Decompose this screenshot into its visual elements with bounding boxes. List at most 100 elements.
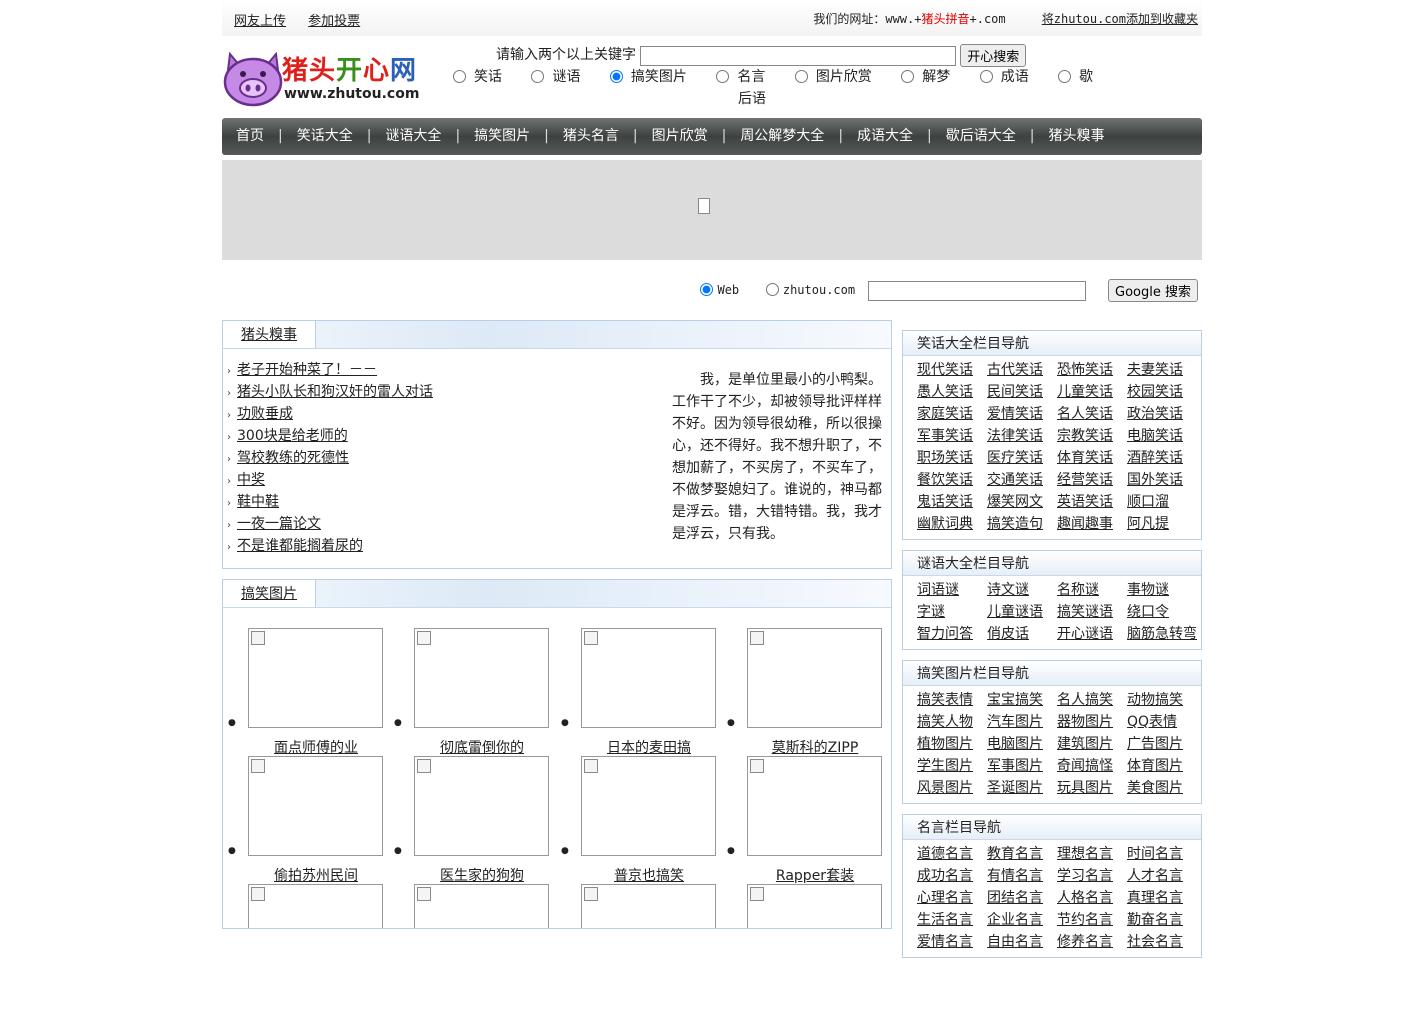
picture-thumbnail[interactable] <box>747 628 882 728</box>
radio-riddle-input[interactable] <box>531 70 545 83</box>
picture-caption[interactable]: 普京也搞笑 <box>581 865 717 885</box>
sidebar-nav-link[interactable]: 趣闻趣事 <box>1057 513 1127 535</box>
radio-riddle[interactable]: 谜语 <box>526 66 580 88</box>
radio-pictures-input[interactable] <box>794 70 808 83</box>
google-opt-site-input[interactable] <box>765 283 779 296</box>
nav-idioms[interactable]: 成语大全 <box>857 118 913 155</box>
qiushi-item-link[interactable]: 中奖 <box>237 472 265 488</box>
sidebar-nav-link[interactable]: 军事笑话 <box>917 425 987 447</box>
sidebar-nav-link[interactable]: 爱情名言 <box>917 931 987 953</box>
vote-link[interactable]: 参加投票 <box>308 14 360 29</box>
sidebar-nav-link[interactable]: 修养名言 <box>1057 931 1127 953</box>
sidebar-nav-link[interactable]: 愚人笑话 <box>917 381 987 403</box>
sidebar-nav-link[interactable]: 古代笑话 <box>987 359 1057 381</box>
sidebar-nav-link[interactable]: 事物谜 <box>1127 579 1201 601</box>
nav-funny-pics[interactable]: 搞笑图片 <box>474 118 530 155</box>
picture-thumbnail[interactable] <box>414 756 549 856</box>
sidebar-nav-link[interactable]: 爆笑网文 <box>987 491 1057 513</box>
sidebar-nav-link[interactable]: 器物图片 <box>1057 711 1127 733</box>
qiushi-item-link[interactable]: 鞋中鞋 <box>237 494 279 510</box>
sidebar-nav-link[interactable]: 社会名言 <box>1127 931 1201 953</box>
picture-thumbnail[interactable] <box>248 884 383 928</box>
qiushi-item-link[interactable]: 300块是给老师的 <box>237 428 348 444</box>
qiushi-item-link[interactable]: 老子开始种菜了！－－ <box>237 362 377 378</box>
nav-riddles[interactable]: 谜语大全 <box>385 118 441 155</box>
google-opt-web-input[interactable] <box>700 283 714 296</box>
upload-link[interactable]: 网友上传 <box>234 14 286 29</box>
picture-thumbnail[interactable] <box>747 756 882 856</box>
sidebar-nav-link[interactable]: 医疗笑话 <box>987 447 1057 469</box>
ad-banner[interactable] <box>222 160 1202 260</box>
sidebar-nav-link[interactable]: 家庭笑话 <box>917 403 987 425</box>
google-opt-web[interactable]: Web <box>695 283 739 297</box>
picture-thumbnail[interactable] <box>581 756 716 856</box>
qiushi-item-link[interactable]: 功败垂成 <box>237 406 293 422</box>
sidebar-nav-link[interactable]: 自由名言 <box>987 931 1057 953</box>
qiushi-item-link[interactable]: 猪头小队长和狗汉奸的雷人对话 <box>237 384 433 400</box>
google-opt-site[interactable]: zhutou.com <box>761 283 855 297</box>
sidebar-nav-link[interactable]: 团结名言 <box>987 887 1057 909</box>
sidebar-nav-link[interactable]: 人才名言 <box>1127 865 1201 887</box>
sidebar-nav-link[interactable]: 法律笑话 <box>987 425 1057 447</box>
picture-thumbnail[interactable] <box>581 884 716 928</box>
sidebar-nav-link[interactable]: 电脑图片 <box>987 733 1057 755</box>
sidebar-nav-link[interactable]: 开心谜语 <box>1057 623 1127 645</box>
sidebar-nav-link[interactable]: 宗教笑话 <box>1057 425 1127 447</box>
happy-search-button[interactable]: 开心搜索 <box>960 44 1027 67</box>
nav-home[interactable]: 首页 <box>236 118 264 155</box>
nav-xiehouyu[interactable]: 歇后语大全 <box>946 118 1016 155</box>
sidebar-nav-link[interactable]: 名人搞笑 <box>1057 689 1127 711</box>
picture-thumbnail[interactable] <box>581 628 716 728</box>
sidebar-nav-link[interactable]: 动物搞笑 <box>1127 689 1201 711</box>
sidebar-nav-link[interactable]: 酒醉笑话 <box>1127 447 1201 469</box>
google-search-button[interactable]: Google 搜索 <box>1108 279 1198 302</box>
radio-dreams[interactable]: 解梦 <box>896 66 950 88</box>
qiushi-tab[interactable]: 猪头糗事 <box>241 327 297 343</box>
sidebar-nav-link[interactable]: 时间名言 <box>1127 843 1201 865</box>
sidebar-nav-link[interactable]: 民间笑话 <box>987 381 1057 403</box>
bookmark-link[interactable]: 将zhutou.com添加到收藏夹 <box>1042 12 1198 26</box>
funny-pics-tab[interactable]: 搞笑图片 <box>241 586 297 602</box>
sidebar-nav-link[interactable]: 搞笑人物 <box>917 711 987 733</box>
sidebar-nav-link[interactable]: 绕口令 <box>1127 601 1201 623</box>
radio-joke-input[interactable] <box>453 70 466 83</box>
sidebar-nav-link[interactable]: 汽车图片 <box>987 711 1057 733</box>
sidebar-nav-link[interactable]: 脑筋急转弯 <box>1127 623 1201 645</box>
sidebar-nav-link[interactable]: 名人笑话 <box>1057 403 1127 425</box>
nav-quotes[interactable]: 猪头名言 <box>563 118 619 155</box>
sidebar-nav-link[interactable]: 广告图片 <box>1127 733 1201 755</box>
sidebar-nav-link[interactable]: 勤奋名言 <box>1127 909 1201 931</box>
picture-thumbnail[interactable] <box>747 884 882 928</box>
sidebar-nav-link[interactable]: 心理名言 <box>917 887 987 909</box>
sidebar-nav-link[interactable]: 恐怖笑话 <box>1057 359 1127 381</box>
radio-joke[interactable]: 笑话 <box>448 66 502 88</box>
sidebar-nav-link[interactable]: 智力问答 <box>917 623 987 645</box>
sidebar-nav-link[interactable]: 现代笑话 <box>917 359 987 381</box>
sidebar-nav-link[interactable]: 交通笑话 <box>987 469 1057 491</box>
sidebar-nav-link[interactable]: 餐饮笑话 <box>917 469 987 491</box>
sidebar-nav-link[interactable]: 人格名言 <box>1057 887 1127 909</box>
radio-xiehouyu[interactable]: 歇 <box>1053 66 1093 88</box>
picture-caption[interactable]: Rapper套装 <box>747 865 883 885</box>
picture-thumbnail[interactable] <box>414 628 549 728</box>
sidebar-nav-link[interactable]: 风景图片 <box>917 777 987 799</box>
nav-pictures[interactable]: 图片欣赏 <box>652 118 708 155</box>
search-input[interactable] <box>640 45 957 66</box>
sidebar-nav-link[interactable]: 学习名言 <box>1057 865 1127 887</box>
sidebar-nav-link[interactable]: 军事图片 <box>987 755 1057 777</box>
picture-caption[interactable]: 医生家的狗狗 <box>414 865 550 885</box>
sidebar-nav-link[interactable]: 搞笑谜语 <box>1057 601 1127 623</box>
site-logo[interactable]: 猪头开心网 www.zhutou.com <box>222 44 422 108</box>
nav-dreams[interactable]: 周公解梦大全 <box>740 118 824 155</box>
sidebar-nav-link[interactable]: 爱情笑话 <box>987 403 1057 425</box>
sidebar-nav-link[interactable]: 体育图片 <box>1127 755 1201 777</box>
sidebar-nav-link[interactable]: 建筑图片 <box>1057 733 1127 755</box>
picture-caption[interactable]: 偷拍苏州民间 <box>248 865 384 885</box>
radio-idioms-input[interactable] <box>979 70 993 83</box>
sidebar-nav-link[interactable]: 职场笑话 <box>917 447 987 469</box>
radio-dreams-input[interactable] <box>901 70 915 83</box>
sidebar-nav-link[interactable]: 英语笑话 <box>1057 491 1127 513</box>
sidebar-nav-link[interactable]: 儿童笑话 <box>1057 381 1127 403</box>
sidebar-nav-link[interactable]: 玩具图片 <box>1057 777 1127 799</box>
sidebar-nav-link[interactable]: 教育名言 <box>987 843 1057 865</box>
